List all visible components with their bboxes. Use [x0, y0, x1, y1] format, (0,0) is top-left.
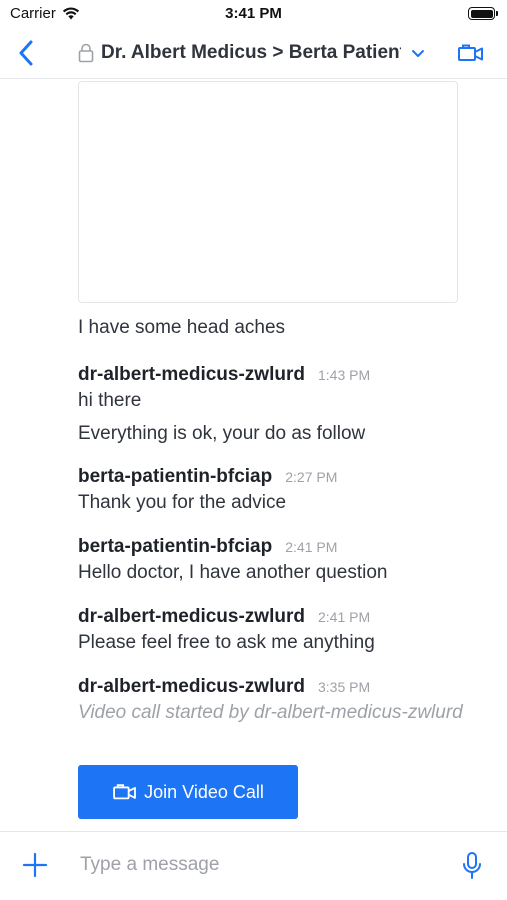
back-button[interactable] — [12, 38, 40, 68]
message-timestamp: 2:41 PM — [317, 609, 371, 625]
room-title: Dr. Albert Medicus > Berta Patientin — [101, 42, 401, 63]
message-timestamp: 1:43 PM — [317, 367, 371, 383]
message-text: Hello doctor, I have another question — [78, 562, 388, 583]
lock-icon — [78, 42, 96, 64]
plus-icon — [22, 852, 48, 878]
back-chevron-icon — [19, 40, 33, 66]
message-timestamp: 2:27 PM — [285, 469, 338, 485]
message-username[interactable]: dr-albert-medicus-zwlurd — [78, 676, 305, 698]
message-header: dr-albert-medicus-zwlurd 2:41 PM — [78, 606, 370, 628]
join-video-call-label: Join Video Call — [144, 781, 264, 802]
message-composer — [0, 831, 507, 900]
system-message: Video call started by dr-albert-medicus-… — [78, 702, 463, 723]
video-call-button[interactable] — [457, 42, 485, 64]
room-title-button[interactable]: Dr. Albert Medicus > Berta Patientin — [78, 40, 438, 66]
join-video-call-button[interactable]: Join Video Call — [78, 765, 298, 819]
message-list[interactable]: I have some head aches dr-albert-medicus… — [0, 79, 507, 831]
status-time: 3:41 PM — [225, 5, 282, 22]
message-text: Please feel free to ask me anything — [78, 632, 375, 653]
image-attachment[interactable] — [78, 81, 458, 303]
message-username[interactable]: dr-albert-medicus-zwlurd — [78, 364, 305, 386]
attach-button[interactable] — [22, 852, 48, 878]
message-timestamp: 3:35 PM — [317, 679, 371, 695]
video-camera-icon — [113, 784, 137, 800]
microphone-icon — [463, 852, 481, 879]
message-header: berta-patientin-bfciap 2:27 PM — [78, 466, 337, 488]
message-timestamp: 2:41 PM — [285, 539, 338, 555]
microphone-button[interactable] — [461, 851, 483, 881]
message-username[interactable]: dr-albert-medicus-zwlurd — [78, 606, 305, 628]
battery-icon — [468, 7, 498, 20]
message-input[interactable] — [80, 848, 420, 882]
message-text: Everything is ok, your do as follow — [78, 423, 366, 444]
message-header: berta-patientin-bfciap 2:41 PM — [78, 536, 337, 558]
image-caption: I have some head aches — [78, 317, 286, 338]
message-header: dr-albert-medicus-zwlurd 1:43 PM — [78, 364, 370, 386]
status-bar: Carrier 3:41 PM — [0, 0, 507, 28]
message-text: hi there — [78, 390, 142, 411]
message-username[interactable]: berta-patientin-bfciap — [78, 536, 272, 558]
chat-screen: Carrier 3:41 PM Dr. Albert Medicus > Ber… — [0, 0, 507, 900]
message-username[interactable]: berta-patientin-bfciap — [78, 466, 272, 488]
room-header: Dr. Albert Medicus > Berta Patientin — [0, 28, 507, 79]
video-camera-icon — [458, 44, 483, 61]
message-text: Thank you for the advice — [78, 492, 287, 513]
message-header: dr-albert-medicus-zwlurd 3:35 PM — [78, 676, 370, 698]
chevron-down-icon — [411, 45, 427, 61]
